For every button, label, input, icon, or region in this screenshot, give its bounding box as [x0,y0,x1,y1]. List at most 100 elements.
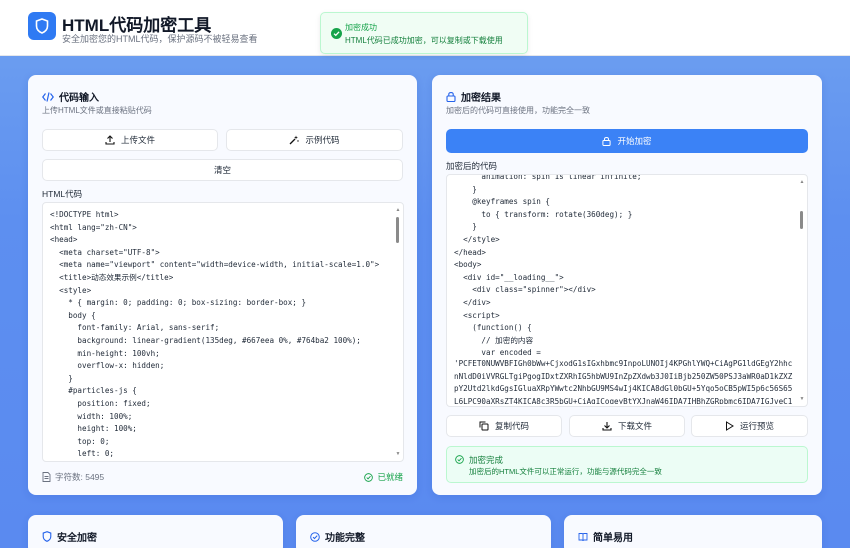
code-line: </style> [454,234,500,244]
encryption-complete-notice: 加密完成 加密后的HTML文件可以正常运行，功能与源代码完全一致 [446,446,808,483]
code-line: animation: spin 1s linear infinite; [454,174,642,181]
panel-title-text: 加密结果 [461,93,501,104]
upload-label: 上传文件 [120,135,155,145]
feature-card-easy: 简单易用 [564,515,822,548]
code-line: <script> [454,310,500,320]
notice-message: 加密后的HTML文件可以正常运行，功能与源代码完全一致 [469,467,662,476]
code-line: <meta name="viewport" content="width=dev… [50,260,380,270]
document-icon [42,472,51,482]
play-icon [725,421,734,431]
code-line: <div class="spinner"></div> [454,285,596,295]
code-line: width: 100%; [50,411,133,421]
encrypt-label: 开始加密 [617,136,652,146]
success-toast: 加密成功 HTML代码已成功加密，可以复制或下载使用 [320,12,528,54]
code-line: body { [50,310,96,320]
example-label: 示例代码 [305,135,340,145]
copy-icon [479,421,489,431]
code-line: to { transform: rotate(360deg); } [454,209,633,219]
feature-card-complete: 功能完整 [296,515,551,548]
scroll-thumb[interactable] [800,211,803,229]
status-text: 已就绪 [377,472,403,482]
scrollbar[interactable]: ▲ ▼ [799,179,805,402]
lock-icon [602,136,612,146]
code-line: <head> [50,235,78,245]
code-line: </head> [454,247,487,257]
feature-title: 功能完整 [310,529,365,544]
code-content: animation: spin 1s linear infinite; } @k… [454,174,793,360]
panel-subtitle: 上传HTML文件或直接粘贴代码 [42,106,152,115]
encrypted-code-textarea[interactable]: animation: spin 1s linear infinite; } @k… [446,174,808,407]
encoded-string: 'PCFET0NUWVBFIGh0bWw+CjxodG1sIGxhbmc9Inp… [454,359,793,404]
book-icon [578,532,588,541]
code-label: HTML代码 [42,189,83,199]
feature-title: 安全加密 [42,529,97,544]
char-count-text: 字符数: 5495 [55,472,105,482]
toast-message: HTML代码已成功加密，可以复制或下载使用 [345,36,503,45]
clear-label: 清空 [213,165,231,175]
start-encrypt-button[interactable]: 开始加密 [446,129,808,153]
code-line: #particles-js { [50,386,137,396]
run-preview-button[interactable]: 运行预览 [691,415,808,437]
code-line: position: fixed; [50,398,151,408]
scroll-up-icon[interactable]: ▲ [799,179,805,185]
code-line: height: 100%; [50,424,137,434]
ready-status: 已就绪 [364,471,403,483]
code-line: } [454,222,477,232]
encryption-result-panel: 加密结果 加密后的代码可直接使用，功能完全一致 开始加密 加密后的代码 anim… [432,75,822,495]
code-line: <style> [50,285,92,295]
toast-title: 加密成功 [345,23,377,32]
code-line: <!DOCTYPE html> [50,210,119,219]
notice-title: 加密完成 [469,455,504,465]
code-line: <div id="__loading__"> [454,272,564,282]
example-code-button[interactable]: 示例代码 [226,129,403,151]
code-input-panel: 代码输入 上传HTML文件或直接粘贴代码 上传文件 示例代码 清空 HTML代码… [28,75,417,495]
preview-label: 运行预览 [739,421,774,431]
copy-label: 复制代码 [494,421,529,431]
scrollbar[interactable]: ▲ ▼ [395,207,401,457]
feature-card-secure: 安全加密 [28,515,283,548]
code-line: } [454,184,477,194]
char-count: 字符数: 5495 [42,471,104,483]
scroll-thumb[interactable] [396,217,399,243]
code-line: } [50,373,73,383]
code-line: @keyframes spin { [454,197,551,207]
panel-subtitle: 加密后的代码可直接使用，功能完全一致 [446,106,590,115]
code-line: left: 0; [50,449,115,459]
upload-file-button[interactable]: 上传文件 [42,129,218,151]
download-icon [602,422,612,431]
encrypted-code-label: 加密后的代码 [446,161,498,171]
panel-title: 加密结果 [446,89,501,104]
html-code-textarea[interactable]: <!DOCTYPE html> <html lang="zh-CN"> <head>… [42,202,404,462]
lock-icon [446,92,456,102]
feature-title-text: 安全加密 [57,533,97,544]
code-line: <body> [454,260,482,270]
code-line: min-height: 100vh; [50,348,160,358]
check-circle-icon [364,472,374,482]
panel-title: 代码输入 [42,89,99,104]
code-line: <title>动态效果示例</title> [50,272,174,282]
code-line: z-index: 1; [50,461,389,462]
scroll-up-icon[interactable]: ▲ [395,207,401,213]
code-line: <html lang="zh-CN"> [50,222,137,232]
code-line: font-family: Arial, sans-serif; [50,323,220,333]
scroll-down-icon[interactable]: ▼ [395,451,401,457]
feature-title-text: 功能完整 [325,533,365,544]
code-icon [42,91,54,102]
code-line: * { margin: 0; padding: 0; box-sizing: b… [50,298,307,308]
clear-button[interactable]: 清空 [42,159,403,181]
code-line: </div> [454,297,491,307]
feature-title: 简单易用 [578,529,633,544]
upload-icon [105,135,115,145]
code-line: // 加密的内容 [454,335,534,345]
check-circle-icon [310,531,320,542]
download-file-button[interactable]: 下载文件 [569,415,685,437]
scroll-down-icon[interactable]: ▼ [799,396,805,402]
check-circle-icon [331,28,342,39]
code-line: overflow-x: hidden; [50,361,165,371]
copy-code-button[interactable]: 复制代码 [446,415,562,437]
code-content: <!DOCTYPE html> <html lang="zh-CN"> <head>… [50,209,389,462]
code-line: <meta charset="UTF-8"> [50,247,160,257]
magic-wand-icon [290,135,300,145]
shield-icon [42,531,52,542]
code-line: background: linear-gradient(135deg, #667… [50,335,361,345]
